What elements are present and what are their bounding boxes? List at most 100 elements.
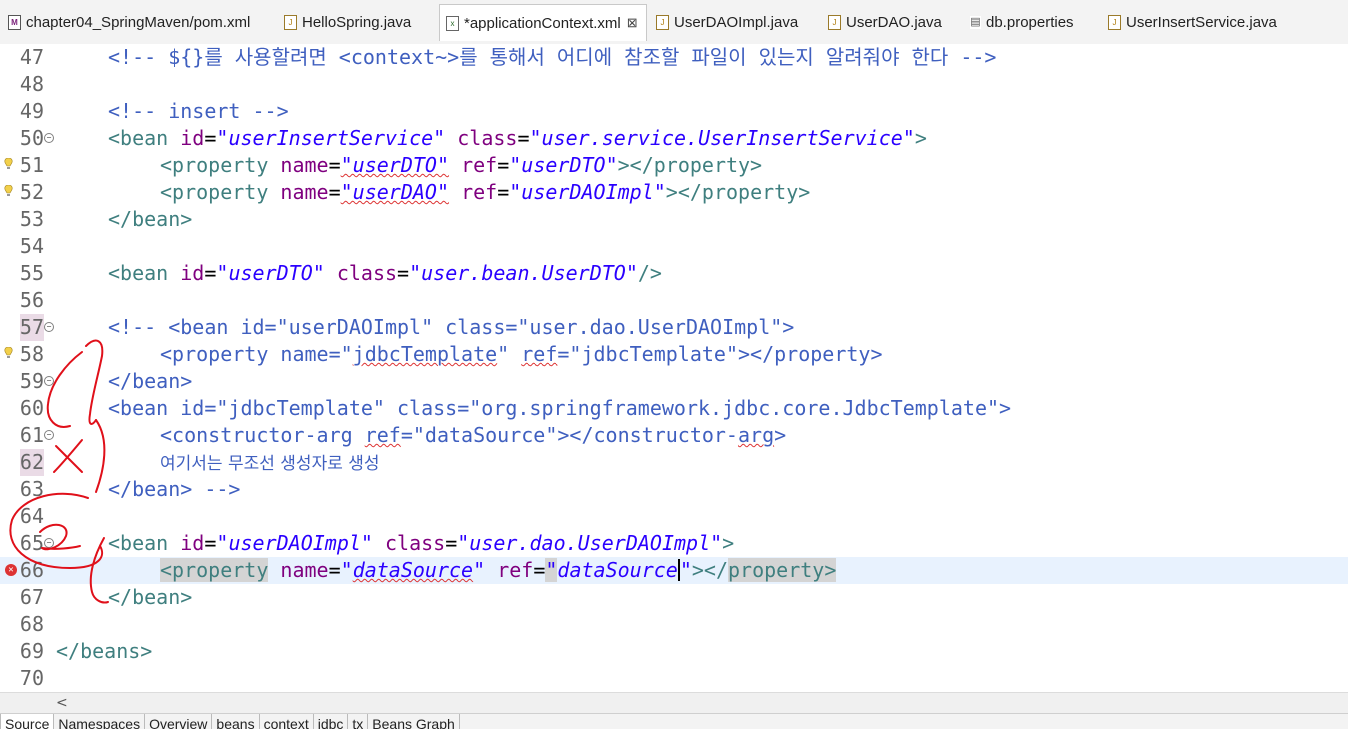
code-line: 48 [0, 71, 1348, 98]
java-file-icon: J [656, 14, 669, 30]
tab-tx[interactable]: tx [348, 714, 369, 729]
tab-beans-graph[interactable]: Beans Graph [368, 714, 460, 729]
tab-label: *applicationContext.xml [464, 14, 621, 32]
code-line-current: ✕ 66 <property name="dataSource" ref="da… [0, 557, 1348, 584]
xml-tag: <bean [108, 531, 169, 555]
warning-marker-icon[interactable] [4, 158, 13, 171]
line-number: 50 [19, 126, 44, 150]
line-number: 54 [19, 234, 44, 258]
xml-tag: <property [160, 153, 269, 177]
code-comment: <!-- ${}를 사용할려면 <context~>를 통해서 어디에 참조할 … [108, 45, 997, 69]
code-comment: <!-- insert --> [108, 99, 289, 123]
warning-marker-icon[interactable] [4, 185, 13, 198]
code-comment: <bean id="jdbcTemplate" class="org.sprin… [108, 396, 1012, 420]
tab-userdao-java[interactable]: J UserDAO.java [828, 8, 942, 36]
code-line: 60 <bean id="jdbcTemplate" class="org.sp… [0, 395, 1348, 422]
line-number: 63 [19, 477, 44, 501]
xml-tag: > [824, 558, 837, 582]
xml-tag: </bean> [108, 207, 193, 231]
line-number: 60 [19, 396, 44, 420]
tab-namespaces[interactable]: Namespaces [54, 714, 146, 729]
line-number: 55 [19, 261, 44, 285]
code-comment: 여기서는 무조선 생성자로 생성 [160, 454, 380, 474]
line-number: 65 [19, 531, 44, 555]
line-number: 49 [19, 99, 44, 123]
xml-tag: </bean> [108, 585, 193, 609]
xml-tag: /> [637, 261, 662, 285]
tab-userdaoimpl-java[interactable]: J UserDAOImpl.java [656, 8, 798, 36]
line-number: 56 [19, 288, 44, 312]
fold-toggle-icon[interactable]: − [44, 133, 54, 143]
code-comment: </bean> --> [108, 477, 241, 501]
warning-marker-icon[interactable] [4, 347, 13, 360]
code-comment: " [497, 342, 522, 366]
code-line: 64 [0, 503, 1348, 530]
code-editor[interactable]: 47 <!-- ${}를 사용할려면 <context~>를 통해서 어디에 참… [0, 44, 1348, 692]
xml-equals: = [533, 558, 546, 582]
fold-toggle-icon[interactable]: − [44, 538, 54, 548]
horizontal-scrollbar[interactable]: < [0, 692, 1348, 714]
code-comment: ref [521, 342, 558, 366]
xml-tag: > [914, 126, 927, 150]
tab-overview[interactable]: Overview [145, 714, 213, 729]
tab-pom-xml[interactable]: M chapter04_SpringMaven/pom.xml [8, 8, 250, 36]
tab-userinsertservice-java[interactable]: J UserInsertService.java [1108, 8, 1277, 36]
line-number: 61 [19, 423, 44, 447]
code-line: 62 여기서는 무조선 생성자로 생성 [0, 449, 1348, 476]
line-number: 67 [19, 585, 44, 609]
xml-attr: id [180, 531, 205, 555]
code-line: 70 [0, 665, 1348, 692]
code-comment: > [774, 423, 787, 447]
line-number: 47 [19, 45, 44, 69]
code-line: 57− <!-- <bean id="userDAOImpl" class="u… [0, 314, 1348, 341]
xml-attr: class [457, 126, 518, 150]
tab-source[interactable]: Source [0, 714, 55, 729]
fold-toggle-icon[interactable]: − [44, 322, 54, 332]
line-number: 62 [19, 449, 44, 476]
line-number: 64 [19, 504, 44, 528]
code-line: 50− <bean id="userInsertService" class="… [19, 126, 927, 150]
xml-attr: class [336, 261, 398, 285]
scroll-left-icon[interactable]: < [56, 695, 68, 711]
code-comment: arg [737, 423, 775, 447]
line-number: 69 [19, 639, 44, 663]
code-line: 55 <bean id="userDTO" class="user.bean.U… [19, 261, 662, 285]
tab-hellospring-java[interactable]: J HelloSpring.java [284, 8, 411, 36]
xml-tag: <bean [108, 261, 169, 285]
xml-value: "userDTO" [340, 153, 450, 177]
xml-attr: id [180, 261, 205, 285]
line-number: 48 [19, 72, 44, 96]
line-number: 51 [19, 153, 44, 177]
code-line: 53 </bean> [0, 206, 1348, 233]
close-icon[interactable]: ⊠ [627, 15, 638, 31]
xml-attr: name [280, 558, 329, 582]
xml-tag: ></property> [665, 180, 811, 204]
line-number: 53 [19, 207, 44, 231]
error-marker-icon[interactable]: ✕ [5, 564, 17, 576]
tab-context[interactable]: context [260, 714, 314, 729]
tab-beans[interactable]: beans [212, 714, 260, 729]
code-comment: jdbcTemplate [352, 342, 498, 366]
tab-label: UserDAO.java [846, 13, 942, 31]
xml-tag: ></property> [617, 153, 763, 177]
xml-tag: <bean [108, 126, 169, 150]
code-line: 54 [0, 233, 1348, 260]
xml-tag: > [722, 531, 735, 555]
code-line: 69 </beans> [0, 638, 1348, 665]
editor-page-tabs: Source Namespaces Overview beans context… [0, 713, 1348, 729]
java-file-icon: J [828, 14, 841, 30]
tab-db-properties[interactable]: ▤ db.properties [970, 8, 1074, 36]
fold-toggle-icon[interactable]: − [44, 430, 54, 440]
tab-applicationcontext-xml[interactable]: x *applicationContext.xml ⊠ [439, 4, 647, 41]
code-line: 49 <!-- insert --> [0, 98, 1348, 125]
code-comment: <constructor-arg [160, 423, 365, 447]
xml-attr: class [385, 531, 446, 555]
xml-value: "userDAOImpl" [216, 531, 373, 555]
tab-label: HelloSpring.java [302, 13, 412, 31]
line-number: 57 [19, 314, 44, 341]
code-line: 52 <property name="userDAO" ref="userDAO… [0, 179, 1348, 206]
xml-value: "userDAOImpl" [509, 180, 666, 204]
code-line: 63 </bean> --> [0, 476, 1348, 503]
fold-toggle-icon[interactable]: − [44, 376, 54, 386]
tab-jdbc[interactable]: jdbc [314, 714, 349, 729]
